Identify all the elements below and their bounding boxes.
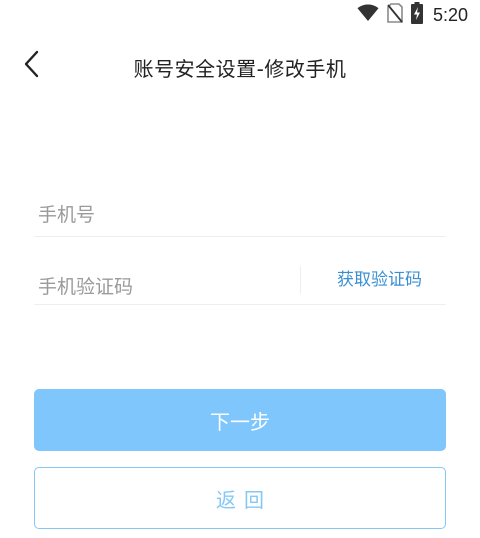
next-button[interactable]: 下一步 xyxy=(34,389,446,451)
wifi-icon xyxy=(357,4,379,26)
code-divider xyxy=(300,266,301,294)
page-title: 账号安全设置-修改手机 xyxy=(133,57,347,81)
status-time: 5:20 xyxy=(432,4,468,25)
verification-code-input[interactable] xyxy=(38,268,288,306)
get-code-button[interactable]: 获取验证码 xyxy=(337,265,422,290)
status-bar: 5:20 xyxy=(0,0,480,30)
next-button-label: 下一步 xyxy=(210,409,270,434)
phone-field-container xyxy=(34,196,446,237)
status-icons: 5:20 xyxy=(357,2,468,28)
return-button[interactable]: 返回 xyxy=(34,467,446,529)
battery-charging-icon xyxy=(410,2,423,28)
screen: 5:20 账号安全设置-修改手机 获取验证码 下一步 返回 xyxy=(0,0,480,538)
return-button-label: 返回 xyxy=(216,487,272,512)
phone-input[interactable] xyxy=(38,196,438,234)
header: 账号安全设置-修改手机 xyxy=(0,44,480,88)
code-field-container: 获取验证码 xyxy=(34,265,446,306)
no-sim-icon xyxy=(387,3,403,27)
